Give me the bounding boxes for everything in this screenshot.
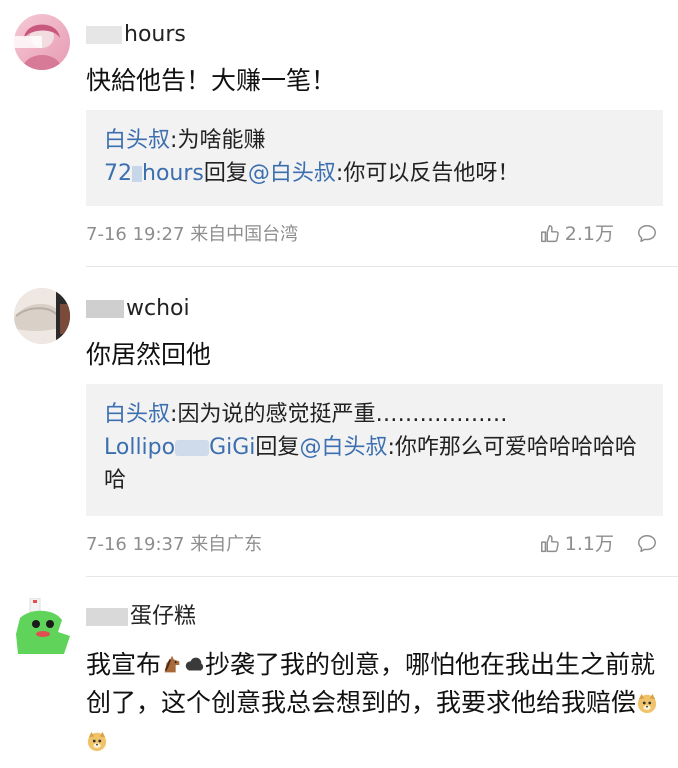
- horse-emoji-icon: [164, 655, 180, 673]
- username[interactable]: 蛋仔糕: [86, 604, 196, 630]
- reply-author-prefix: 72: [104, 161, 132, 186]
- reply-author-prefix: Lollipo: [104, 435, 176, 460]
- username-text: wchoi: [126, 296, 190, 321]
- comment-meta: 7-16 19:37 来自广东: [86, 533, 262, 557]
- username-text: 蛋仔糕: [130, 604, 197, 629]
- avatar[interactable]: [14, 14, 70, 70]
- location: 来自广东: [190, 534, 263, 555]
- timestamp: 7-16 19:27: [86, 224, 185, 245]
- divider: [86, 576, 678, 577]
- comment-text: 你居然回他: [86, 340, 212, 369]
- doge-emoji-icon: [87, 731, 107, 752]
- reply-text: 为啥能赚: [177, 128, 266, 153]
- redacted-block: [86, 608, 128, 626]
- username-text: hours: [124, 22, 186, 47]
- timestamp: 7-16 19:37: [86, 534, 185, 555]
- comment-actions: 2.1万: [539, 222, 658, 246]
- reply-action: 回复: [255, 435, 300, 460]
- comment-actions: 1.1万: [539, 532, 658, 556]
- username[interactable]: wchoi: [86, 296, 190, 322]
- like-count: 1.1万: [564, 533, 614, 555]
- reply-author-suffix: GiGi: [209, 435, 256, 460]
- avatar[interactable]: [14, 598, 70, 654]
- mention-link[interactable]: @白头叔: [299, 435, 387, 460]
- reply-author-link[interactable]: 白头叔: [104, 128, 170, 153]
- comment-bubble-icon: [638, 535, 656, 553]
- avatar[interactable]: [14, 288, 70, 344]
- redacted-block: [175, 440, 210, 456]
- avatar-image: [14, 24, 62, 70]
- cloud-emoji-icon: [185, 657, 204, 671]
- thumbs-up-icon: [540, 535, 559, 553]
- divider: [86, 266, 678, 267]
- like-count: 2.1万: [564, 223, 614, 245]
- reply-action: 回复: [203, 161, 248, 186]
- location: 来自中国台湾: [190, 224, 299, 245]
- like-button[interactable]: 1.1万: [539, 532, 614, 556]
- reply-author-link[interactable]: 72 hours: [104, 161, 204, 186]
- comment-bubble-icon: [638, 225, 656, 243]
- reply-separator: :: [387, 435, 395, 460]
- redacted-block: [86, 26, 122, 44]
- reply-text: 你可以反告他呀！: [343, 161, 520, 186]
- redacted-block: [86, 300, 124, 318]
- comment-text-part: 我宣布: [86, 650, 162, 679]
- thumbs-up-icon: [540, 225, 559, 243]
- like-button[interactable]: 2.1万: [539, 222, 614, 246]
- reply-line: 白头叔:因为说的感觉挺严重………………: [104, 398, 645, 431]
- reply-author-suffix: hours: [142, 161, 204, 186]
- comment-text: 我宣布 抄袭了我的创意，哪怕他在我出生之前就创了，这个创意我总会想到的，我要求他给…: [86, 646, 662, 760]
- comment-meta: 7-16 19:27 来自中国台湾: [86, 223, 298, 247]
- doge-emoji-icon: [637, 693, 657, 714]
- reply-line: Lollipo GiGi回复@白头叔:你咋那么可爱哈哈哈哈哈哈: [104, 431, 645, 497]
- reply-text: 因为说的感觉挺严重………………: [177, 402, 508, 427]
- comment-text: 快給他告！大赚一笔！: [86, 66, 337, 95]
- reply-line: 72 hours回复@白头叔:你可以反告他呀！: [104, 157, 645, 190]
- avatar-image: [16, 598, 70, 654]
- reply-author-link[interactable]: 白头叔: [104, 402, 170, 427]
- avatar-image: [14, 288, 70, 344]
- reply-author-link[interactable]: Lollipo GiGi: [104, 435, 255, 460]
- reply-button[interactable]: [636, 533, 658, 555]
- reply-box[interactable]: 白头叔:因为说的感觉挺严重……………… Lollipo GiGi回复@白头叔:你咋…: [86, 384, 663, 516]
- mention-link[interactable]: @白头叔: [248, 161, 336, 186]
- redacted-block: [132, 166, 142, 182]
- reply-line: 白头叔:为啥能赚: [104, 124, 645, 157]
- username[interactable]: hours: [86, 22, 186, 48]
- reply-box[interactable]: 白头叔:为啥能赚 72 hours回复@白头叔:你可以反告他呀！: [86, 110, 663, 206]
- reply-button[interactable]: [636, 223, 658, 245]
